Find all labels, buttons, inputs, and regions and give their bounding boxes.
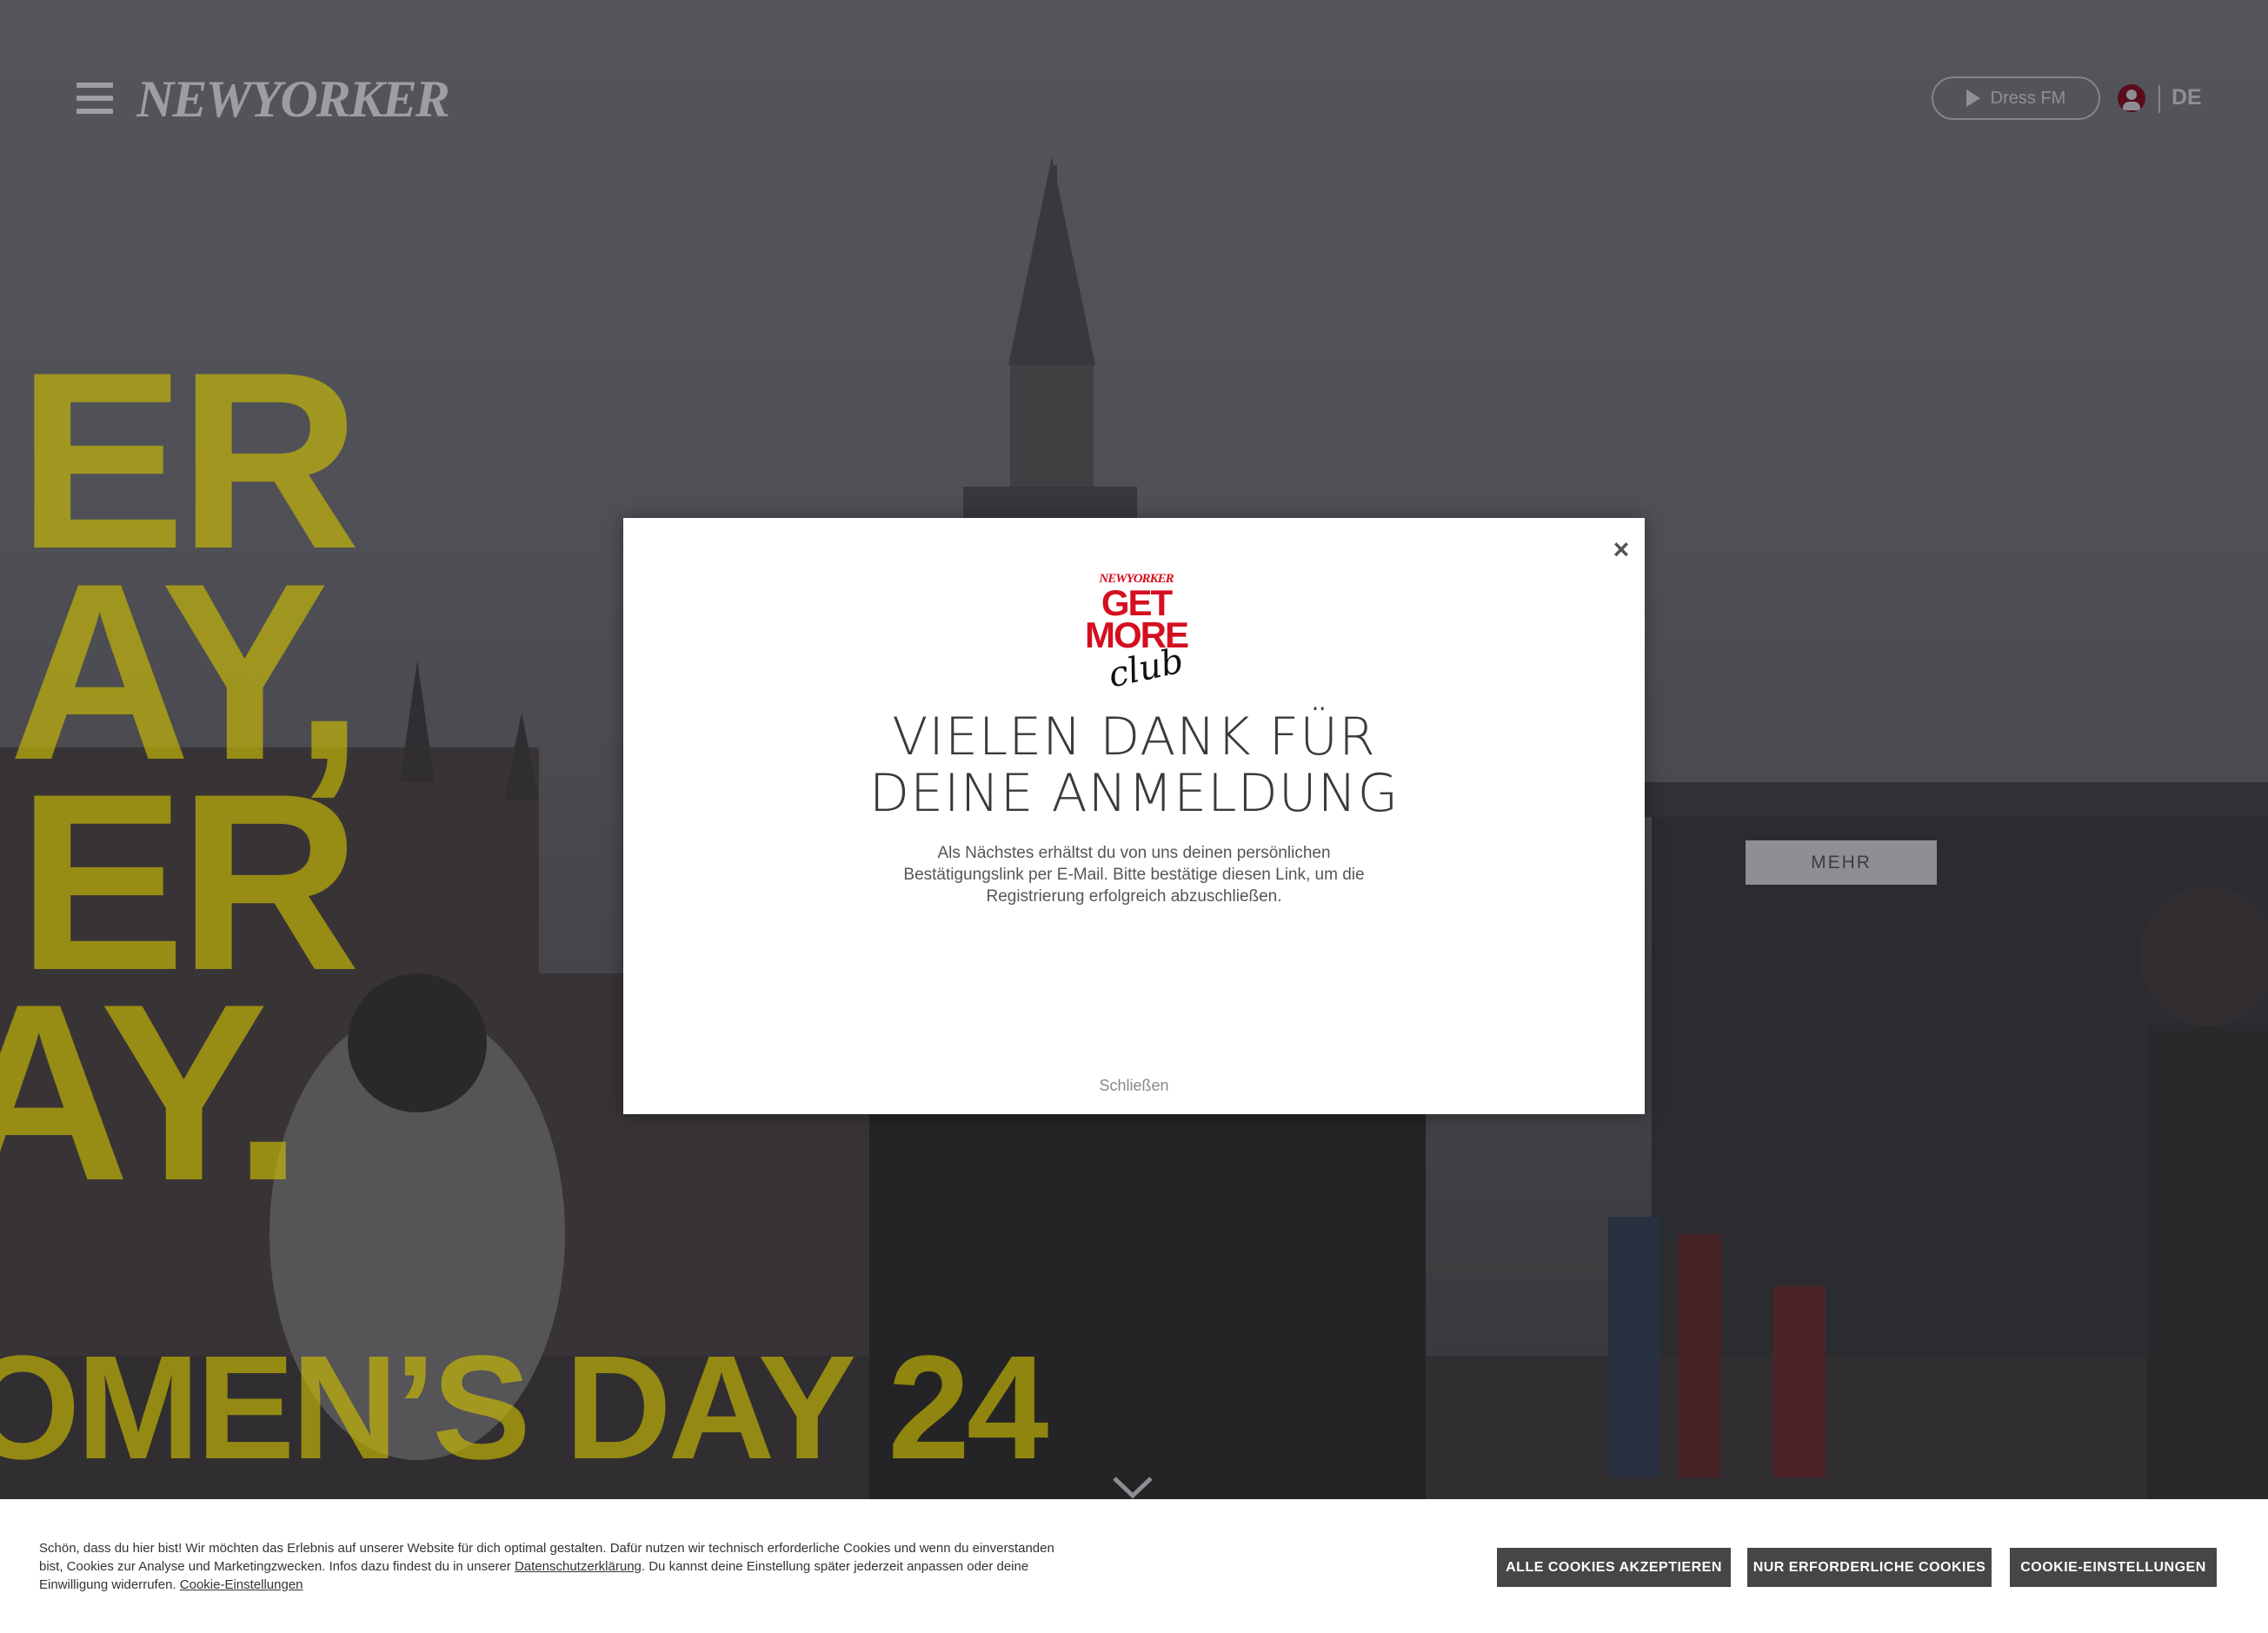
modal-body-text: Als Nächstes erhältst du von uns deinen … — [903, 844, 1365, 906]
modal-title: VIELEN DANK FÜR DEINE ANMELDUNG — [623, 709, 1645, 822]
cookie-consent-bar: Schön, dass du hier bist! Wir möchten da… — [0, 1499, 2268, 1633]
necessary-cookies-only-button[interactable]: NUR ERFORDERLICHE COOKIES — [1747, 1548, 1992, 1587]
play-icon — [1965, 90, 1980, 107]
scroll-down-chevron-icon[interactable] — [1111, 1475, 1154, 1499]
hero-headline-line: AY. — [0, 952, 303, 1233]
language-selector[interactable]: DE — [2172, 85, 2202, 110]
close-icon[interactable]: × — [1606, 534, 1637, 565]
dress-fm-button[interactable]: Dress FM — [1932, 76, 2100, 120]
dress-fm-label: Dress FM — [1990, 88, 2066, 108]
menu-hamburger-icon[interactable] — [76, 83, 113, 114]
privacy-policy-link[interactable]: Datenschutzerklärung — [515, 1559, 642, 1574]
account-icon[interactable] — [2118, 84, 2145, 112]
cookie-settings-button[interactable]: COOKIE-EINSTELLUNGEN — [2010, 1548, 2217, 1587]
hero-campaign-title: OMEN’S DAY 24 — [0, 1325, 1048, 1490]
more-button[interactable]: MEHR — [1746, 840, 1937, 885]
get-more-club-logo: NEWYORKER GET MORE club — [1075, 572, 1197, 695]
signup-confirmation-modal: × NEWYORKER GET MORE club VIELEN DANK FÜ… — [623, 518, 1645, 1114]
modal-close-link[interactable]: Schließen — [623, 1077, 1645, 1095]
site-header: NEWYORKER Dress FM DE — [0, 0, 2268, 200]
cookie-notice-text: Schön, dass du hier bist! Wir möchten da… — [39, 1539, 1065, 1594]
header-divider — [2158, 85, 2160, 113]
accept-all-cookies-button[interactable]: ALLE COOKIES AKZEPTIEREN — [1497, 1548, 1731, 1587]
newyorker-logo[interactable]: NEWYORKER — [136, 70, 450, 129]
modal-title-line: VIELEN DANK FÜR — [892, 707, 1376, 767]
modal-title-line: DEINE ANMELDUNG — [868, 763, 1400, 824]
cookie-settings-link[interactable]: Cookie-Einstellungen — [180, 1577, 303, 1592]
